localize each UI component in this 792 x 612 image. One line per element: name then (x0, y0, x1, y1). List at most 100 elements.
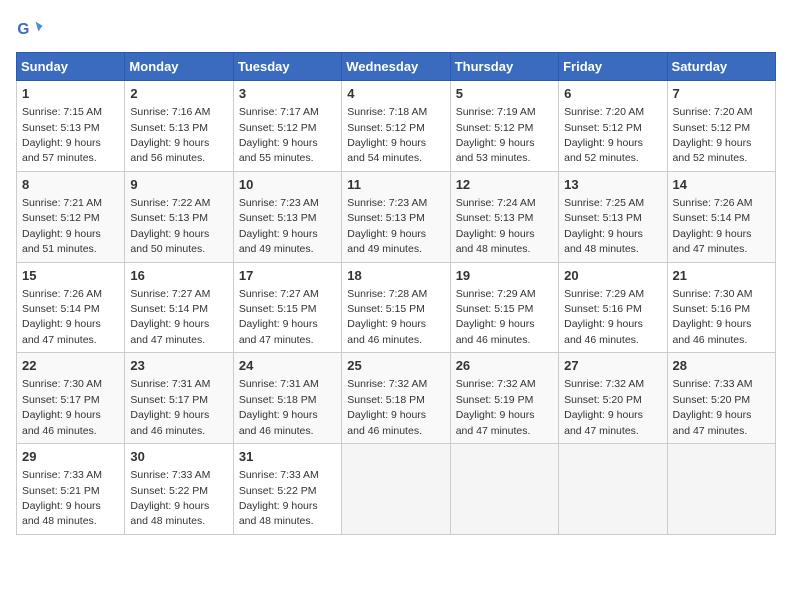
calendar-cell: 13 Sunrise: 7:25 AMSunset: 5:13 PMDaylig… (559, 171, 667, 262)
day-number: 1 (22, 85, 119, 103)
day-number: 6 (564, 85, 661, 103)
day-number: 4 (347, 85, 444, 103)
day-number: 28 (673, 357, 770, 375)
day-number: 13 (564, 176, 661, 194)
calendar-cell: 9 Sunrise: 7:22 AMSunset: 5:13 PMDayligh… (125, 171, 233, 262)
day-number: 20 (564, 267, 661, 285)
day-detail: Sunrise: 7:23 AMSunset: 5:13 PMDaylight:… (239, 197, 319, 255)
calendar-cell: 2 Sunrise: 7:16 AMSunset: 5:13 PMDayligh… (125, 81, 233, 172)
day-detail: Sunrise: 7:22 AMSunset: 5:13 PMDaylight:… (130, 197, 210, 255)
calendar-cell: 4 Sunrise: 7:18 AMSunset: 5:12 PMDayligh… (342, 81, 450, 172)
day-detail: Sunrise: 7:24 AMSunset: 5:13 PMDaylight:… (456, 197, 536, 255)
calendar-cell (342, 444, 450, 535)
calendar-week-1: 8 Sunrise: 7:21 AMSunset: 5:12 PMDayligh… (17, 171, 776, 262)
day-detail: Sunrise: 7:17 AMSunset: 5:12 PMDaylight:… (239, 106, 319, 164)
day-number: 30 (130, 448, 227, 466)
day-number: 22 (22, 357, 119, 375)
day-number: 27 (564, 357, 661, 375)
day-number: 15 (22, 267, 119, 285)
calendar-cell: 1 Sunrise: 7:15 AMSunset: 5:13 PMDayligh… (17, 81, 125, 172)
day-detail: Sunrise: 7:30 AMSunset: 5:16 PMDaylight:… (673, 288, 753, 346)
day-detail: Sunrise: 7:16 AMSunset: 5:13 PMDaylight:… (130, 106, 210, 164)
day-detail: Sunrise: 7:32 AMSunset: 5:18 PMDaylight:… (347, 378, 427, 436)
day-number: 18 (347, 267, 444, 285)
calendar-cell: 6 Sunrise: 7:20 AMSunset: 5:12 PMDayligh… (559, 81, 667, 172)
calendar-cell: 21 Sunrise: 7:30 AMSunset: 5:16 PMDaylig… (667, 262, 775, 353)
day-detail: Sunrise: 7:32 AMSunset: 5:20 PMDaylight:… (564, 378, 644, 436)
day-number: 25 (347, 357, 444, 375)
day-number: 5 (456, 85, 553, 103)
day-detail: Sunrise: 7:29 AMSunset: 5:16 PMDaylight:… (564, 288, 644, 346)
calendar-cell: 16 Sunrise: 7:27 AMSunset: 5:14 PMDaylig… (125, 262, 233, 353)
day-detail: Sunrise: 7:29 AMSunset: 5:15 PMDaylight:… (456, 288, 536, 346)
calendar-week-0: 1 Sunrise: 7:15 AMSunset: 5:13 PMDayligh… (17, 81, 776, 172)
header-sunday: Sunday (17, 53, 125, 81)
header-tuesday: Tuesday (233, 53, 341, 81)
day-detail: Sunrise: 7:18 AMSunset: 5:12 PMDaylight:… (347, 106, 427, 164)
calendar-week-2: 15 Sunrise: 7:26 AMSunset: 5:14 PMDaylig… (17, 262, 776, 353)
header-saturday: Saturday (667, 53, 775, 81)
day-detail: Sunrise: 7:15 AMSunset: 5:13 PMDaylight:… (22, 106, 102, 164)
calendar-cell: 19 Sunrise: 7:29 AMSunset: 5:15 PMDaylig… (450, 262, 558, 353)
header-thursday: Thursday (450, 53, 558, 81)
day-detail: Sunrise: 7:23 AMSunset: 5:13 PMDaylight:… (347, 197, 427, 255)
logo-icon: G (16, 16, 44, 44)
day-number: 7 (673, 85, 770, 103)
day-detail: Sunrise: 7:25 AMSunset: 5:13 PMDaylight:… (564, 197, 644, 255)
day-number: 31 (239, 448, 336, 466)
day-number: 24 (239, 357, 336, 375)
page-header: G (16, 16, 776, 44)
calendar-cell: 10 Sunrise: 7:23 AMSunset: 5:13 PMDaylig… (233, 171, 341, 262)
day-detail: Sunrise: 7:32 AMSunset: 5:19 PMDaylight:… (456, 378, 536, 436)
day-number: 23 (130, 357, 227, 375)
header-wednesday: Wednesday (342, 53, 450, 81)
calendar-cell (559, 444, 667, 535)
calendar-cell: 30 Sunrise: 7:33 AMSunset: 5:22 PMDaylig… (125, 444, 233, 535)
calendar-cell: 25 Sunrise: 7:32 AMSunset: 5:18 PMDaylig… (342, 353, 450, 444)
logo: G (16, 16, 48, 44)
calendar-week-4: 29 Sunrise: 7:33 AMSunset: 5:21 PMDaylig… (17, 444, 776, 535)
day-detail: Sunrise: 7:27 AMSunset: 5:14 PMDaylight:… (130, 288, 210, 346)
day-number: 26 (456, 357, 553, 375)
calendar-cell: 12 Sunrise: 7:24 AMSunset: 5:13 PMDaylig… (450, 171, 558, 262)
day-detail: Sunrise: 7:27 AMSunset: 5:15 PMDaylight:… (239, 288, 319, 346)
day-detail: Sunrise: 7:26 AMSunset: 5:14 PMDaylight:… (22, 288, 102, 346)
calendar-cell: 18 Sunrise: 7:28 AMSunset: 5:15 PMDaylig… (342, 262, 450, 353)
day-number: 17 (239, 267, 336, 285)
calendar-cell: 26 Sunrise: 7:32 AMSunset: 5:19 PMDaylig… (450, 353, 558, 444)
day-detail: Sunrise: 7:31 AMSunset: 5:17 PMDaylight:… (130, 378, 210, 436)
calendar-week-3: 22 Sunrise: 7:30 AMSunset: 5:17 PMDaylig… (17, 353, 776, 444)
calendar-cell: 17 Sunrise: 7:27 AMSunset: 5:15 PMDaylig… (233, 262, 341, 353)
day-detail: Sunrise: 7:33 AMSunset: 5:22 PMDaylight:… (130, 469, 210, 527)
day-detail: Sunrise: 7:33 AMSunset: 5:22 PMDaylight:… (239, 469, 319, 527)
day-number: 12 (456, 176, 553, 194)
calendar-cell: 7 Sunrise: 7:20 AMSunset: 5:12 PMDayligh… (667, 81, 775, 172)
calendar-cell: 3 Sunrise: 7:17 AMSunset: 5:12 PMDayligh… (233, 81, 341, 172)
day-detail: Sunrise: 7:31 AMSunset: 5:18 PMDaylight:… (239, 378, 319, 436)
day-number: 21 (673, 267, 770, 285)
day-detail: Sunrise: 7:20 AMSunset: 5:12 PMDaylight:… (564, 106, 644, 164)
day-detail: Sunrise: 7:21 AMSunset: 5:12 PMDaylight:… (22, 197, 102, 255)
calendar-cell: 11 Sunrise: 7:23 AMSunset: 5:13 PMDaylig… (342, 171, 450, 262)
calendar-cell: 28 Sunrise: 7:33 AMSunset: 5:20 PMDaylig… (667, 353, 775, 444)
day-detail: Sunrise: 7:28 AMSunset: 5:15 PMDaylight:… (347, 288, 427, 346)
calendar-cell: 20 Sunrise: 7:29 AMSunset: 5:16 PMDaylig… (559, 262, 667, 353)
calendar-cell: 15 Sunrise: 7:26 AMSunset: 5:14 PMDaylig… (17, 262, 125, 353)
day-number: 19 (456, 267, 553, 285)
day-number: 10 (239, 176, 336, 194)
day-detail: Sunrise: 7:26 AMSunset: 5:14 PMDaylight:… (673, 197, 753, 255)
day-number: 29 (22, 448, 119, 466)
calendar-cell: 5 Sunrise: 7:19 AMSunset: 5:12 PMDayligh… (450, 81, 558, 172)
day-number: 14 (673, 176, 770, 194)
day-detail: Sunrise: 7:19 AMSunset: 5:12 PMDaylight:… (456, 106, 536, 164)
calendar-cell: 31 Sunrise: 7:33 AMSunset: 5:22 PMDaylig… (233, 444, 341, 535)
day-detail: Sunrise: 7:30 AMSunset: 5:17 PMDaylight:… (22, 378, 102, 436)
calendar-table: SundayMondayTuesdayWednesdayThursdayFrid… (16, 52, 776, 535)
calendar-cell (667, 444, 775, 535)
calendar-cell: 27 Sunrise: 7:32 AMSunset: 5:20 PMDaylig… (559, 353, 667, 444)
day-detail: Sunrise: 7:33 AMSunset: 5:20 PMDaylight:… (673, 378, 753, 436)
calendar-header-row: SundayMondayTuesdayWednesdayThursdayFrid… (17, 53, 776, 81)
day-number: 2 (130, 85, 227, 103)
day-number: 16 (130, 267, 227, 285)
day-number: 11 (347, 176, 444, 194)
